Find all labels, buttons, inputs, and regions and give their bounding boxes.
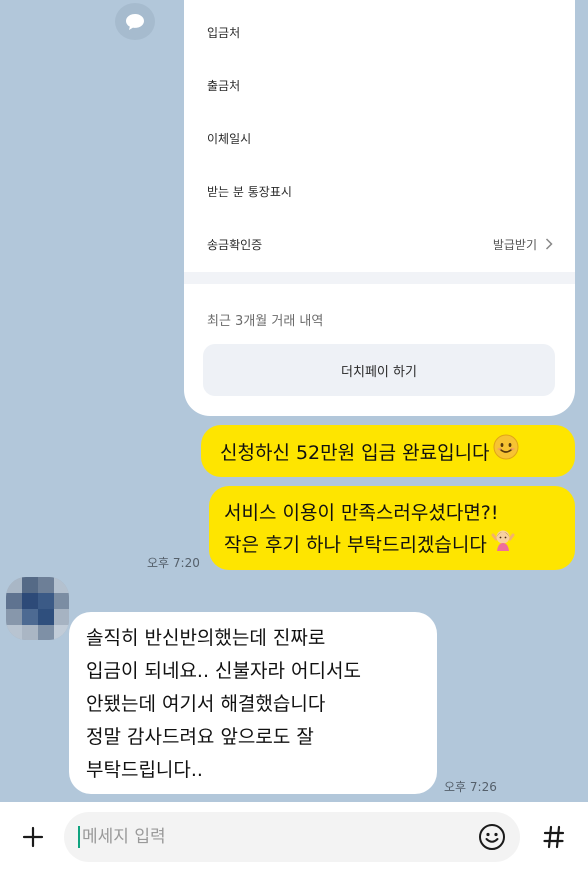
message-line: 솔직히 반신반의했는데 진짜로 [86,627,326,649]
share-button[interactable] [115,3,155,40]
issue-certificate-link[interactable]: 발급받기 [493,236,553,253]
plus-icon [22,826,44,848]
emoji-icon [479,824,505,850]
text-caret [78,826,80,848]
hashtag-search-button[interactable] [534,817,574,857]
message-input-bar [0,802,588,870]
message-line: 서비스 이용이 만족스러우셨다면?! [224,502,499,524]
message-timestamp: 오후 7:26 [444,780,497,794]
row-transfer-certificate[interactable]: 송금확인증 발급받기 [207,232,553,256]
row-label: 이체일시 [207,131,252,146]
row-label: 출금처 [207,78,241,93]
issue-label: 발급받기 [492,237,537,252]
message-bubble-other[interactable]: 솔직히 반신반의했는데 진짜로 입금이 되네요.. 신불자라 어디서도 안됐는데… [69,612,437,794]
message-field[interactable] [64,812,520,862]
row-recipient-statement[interactable]: 받는 분 통장표시 [207,179,553,203]
smiling-face-icon [493,434,519,469]
attach-button[interactable] [13,817,53,857]
chat-bubble-icon [126,13,144,30]
girl-raising-hands-icon [490,526,516,561]
card-divider [184,272,575,284]
message-bubble-mine[interactable]: 신청하신 52만원 입금 완료입니다 [201,425,575,477]
chat-area: 입금처 출금처 이체일시 받는 분 통장표시 송금확인증 발급받기 최근 3개월… [0,0,588,802]
transfer-detail-card: 입금처 출금처 이체일시 받는 분 통장표시 송금확인증 발급받기 최근 3개월… [184,0,575,416]
row-label: 송금확인증 [207,237,263,252]
emoji-button[interactable] [476,821,508,853]
message-line: 부탁드립니다.. [86,759,203,781]
row-withdrawal-account[interactable]: 출금처 [207,73,553,97]
message-input[interactable] [82,812,462,862]
hashtag-icon [543,825,565,849]
avatar[interactable] [6,577,69,640]
message-line: 안됐는데 여기서 해결했습니다 [86,693,326,715]
chevron-right-icon [545,238,553,250]
message-timestamp: 오후 7:20 [147,556,200,570]
message-line: 입금이 되네요.. 신불자라 어디서도 [86,660,361,682]
row-transfer-datetime[interactable]: 이체일시 [207,126,553,150]
message-line: 정말 감사드려요 앞으로도 잘 [86,726,314,748]
message-text: 신청하신 52만원 입금 완료입니다 [220,442,490,464]
recent-history-label: 최근 3개월 거래 내역 [207,314,324,329]
row-label: 입금처 [207,25,241,40]
pixelated-avatar-image [6,577,69,640]
message-line: 작은 후기 하나 부탁드리겠습니다 [224,534,487,556]
dutch-pay-button[interactable]: 더치페이 하기 [203,344,555,396]
row-label: 받는 분 통장표시 [207,184,292,199]
message-bubble-mine[interactable]: 서비스 이용이 만족스러우셨다면?! 작은 후기 하나 부탁드리겠습니다 [209,486,575,570]
row-deposit-account[interactable]: 입금처 [207,20,553,44]
